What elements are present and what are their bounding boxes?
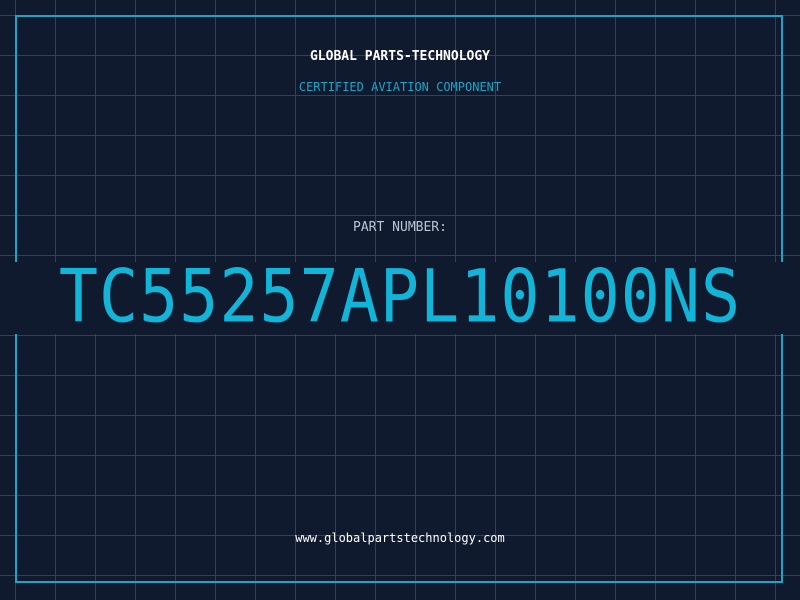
website-url: www.globalpartstechnology.com: [295, 531, 505, 545]
certificate-canvas: GLOBAL PARTS-TECHNOLOGY CERTIFIED AVIATI…: [0, 0, 800, 600]
part-number-value: TC55257APL10100NS: [58, 255, 742, 340]
company-name: GLOBAL PARTS-TECHNOLOGY: [309, 49, 490, 64]
certification-subtitle: CERTIFIED AVIATION COMPONENT: [298, 80, 502, 94]
part-number-label: PART NUMBER:: [353, 220, 447, 235]
